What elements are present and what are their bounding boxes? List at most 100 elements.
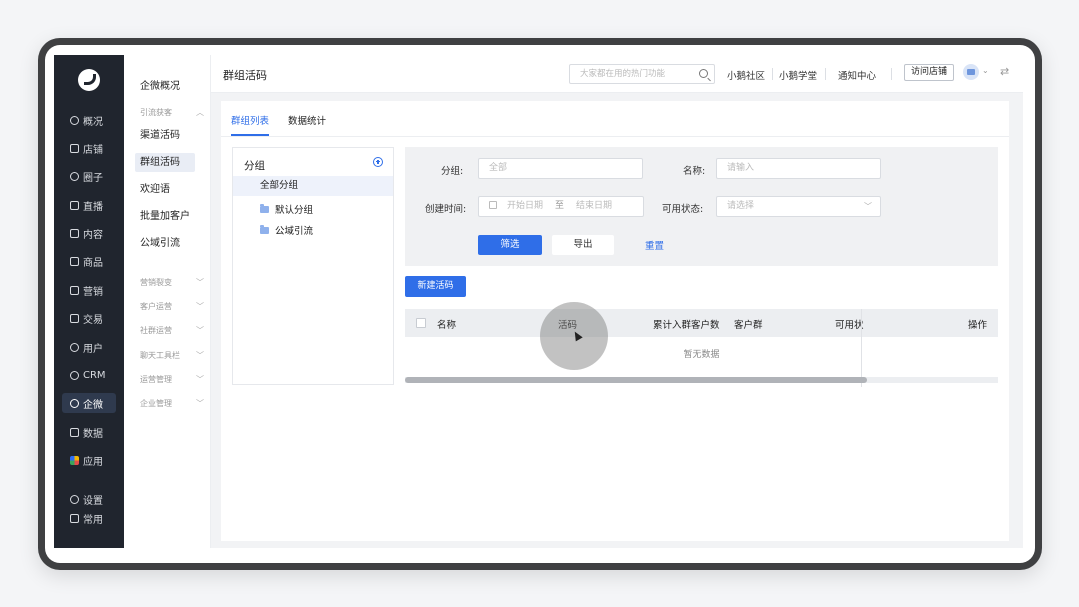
tab-data-stats[interactable]: 数据统计	[288, 113, 326, 127]
chevron-down-icon[interactable]: ⌄	[982, 66, 989, 75]
add-group-icon[interactable]	[373, 157, 383, 167]
tab-active-indicator	[231, 134, 269, 136]
table-header: 名称 活码 累计入群客户数 客户群 可用状 操作	[405, 309, 998, 337]
avatar[interactable]	[963, 64, 979, 80]
visit-store-button[interactable]: 访问店铺	[904, 64, 954, 81]
wecom-icon	[70, 398, 79, 408]
select-all-checkbox[interactable]	[416, 318, 426, 328]
link-notification-center[interactable]: 通知中心	[838, 68, 876, 82]
rail-item-data[interactable]: 数据	[62, 422, 116, 442]
column-header-total-joined: 累计入群客户数	[653, 320, 720, 331]
sidebar-section-enterprise[interactable]: 企业管理 ﹀	[140, 398, 204, 409]
rail-item-content[interactable]: 内容	[62, 223, 116, 243]
rail-item-transaction[interactable]: 交易	[62, 308, 116, 328]
export-button[interactable]: 导出	[552, 235, 614, 255]
column-header-name: 名称	[437, 320, 457, 331]
chevron-down-icon: ﹀	[196, 351, 204, 360]
group-item-all[interactable]: 全部分组	[233, 176, 393, 196]
group-panel: 分组 全部分组 默认分组 公域引流	[232, 147, 394, 385]
divider	[825, 68, 826, 80]
tab-bar: 群组列表 数据统计	[221, 101, 1009, 137]
rail-item-wecom[interactable]: 企微	[62, 393, 116, 413]
rail-item-apps[interactable]: 应用	[62, 450, 116, 470]
chevron-down-icon: ﹀	[196, 375, 204, 384]
device-frame: 概况 店铺 圈子 直播 内容 商品 营销 交易 用户 CRM 企微 数据 应用 …	[38, 38, 1042, 570]
date-range-picker[interactable]: 开始日期至结束日期	[478, 196, 644, 217]
crm-icon	[70, 370, 79, 380]
app-window: 概况 店铺 圈子 直播 内容 商品 营销 交易 用户 CRM 企微 数据 应用 …	[54, 55, 1023, 548]
group-item-public[interactable]: 公域引流	[260, 223, 313, 237]
rail-item-favorites[interactable]: 常用	[62, 508, 116, 528]
divider	[772, 68, 773, 80]
data-icon	[70, 427, 79, 437]
switch-icon[interactable]: ⇄	[1000, 65, 1009, 78]
name-input[interactable]: 请输入	[716, 158, 881, 179]
primary-nav-rail: 概况 店铺 圈子 直播 内容 商品 营销 交易 用户 CRM 企微 数据 应用 …	[54, 55, 124, 548]
apps-icon	[70, 455, 79, 465]
page-title: 群组活码	[223, 69, 267, 82]
status-select[interactable]: 请选择 ﹀	[716, 196, 881, 217]
transaction-icon	[70, 313, 79, 323]
sidebar-item-bulk-add[interactable]: 批量加客户	[135, 207, 195, 226]
sidebar-item-public-traffic[interactable]: 公域引流	[135, 234, 195, 253]
rail-item-store[interactable]: 店铺	[62, 138, 116, 158]
rail-item-crm[interactable]: CRM	[62, 365, 116, 385]
chevron-up-icon: ︿	[196, 108, 204, 117]
rail-item-overview[interactable]: 概况	[62, 110, 116, 130]
rail-item-settings[interactable]: 设置	[62, 489, 116, 509]
created-time-label: 创建时间:	[425, 204, 467, 215]
chevron-down-icon: ﹀	[196, 326, 204, 335]
sidebar-section-customer-ops[interactable]: 客户运营 ﹀	[140, 301, 204, 312]
content-panel: 群组列表 数据统计 分组 全部分组 默认分组 公域引流 分组: 全部 名称: 请…	[221, 101, 1009, 541]
rail-item-goods[interactable]: 商品	[62, 251, 116, 271]
sidebar-section-ops-management[interactable]: 运营管理 ﹀	[140, 374, 204, 385]
sidebar-section-lead-gen[interactable]: 引流获客 ︿	[140, 107, 204, 118]
link-community[interactable]: 小鹅社区	[727, 68, 765, 82]
empty-state: 暂无数据	[683, 350, 720, 360]
folder-icon	[260, 224, 269, 234]
reset-button[interactable]: 重置	[645, 238, 664, 252]
horizontal-scrollbar-thumb[interactable]	[405, 377, 867, 383]
divider	[891, 68, 892, 80]
screen: 概况 店铺 圈子 直播 内容 商品 营销 交易 用户 CRM 企微 数据 应用 …	[45, 45, 1035, 563]
top-bar: 群组活码 大家都在用的热门功能 小鹅社区 小鹅学堂 通知中心 访问店铺 ⌄ ⇄	[211, 55, 1023, 93]
rail-item-marketing[interactable]: 营销	[62, 280, 116, 300]
goods-icon	[70, 256, 79, 266]
code-table: 名称 活码 累计入群客户数 客户群 可用状 操作 暂无数据	[405, 309, 998, 389]
sidebar-section-fission[interactable]: 营销裂变 ﹀	[140, 277, 204, 288]
tab-group-list[interactable]: 群组列表	[231, 113, 269, 127]
link-academy[interactable]: 小鹅学堂	[779, 68, 817, 82]
search-icon[interactable]	[699, 69, 708, 78]
sidebar-section-chat-toolbar[interactable]: 聊天工具栏 ﹀	[140, 350, 204, 361]
new-code-button[interactable]: 新建活码	[405, 276, 466, 297]
secondary-sidebar: 企微概况 引流获客 ︿ 渠道活码 群组活码 欢迎语 批量加客户 公域引流 营销裂变…	[124, 55, 211, 548]
folder-icon	[260, 203, 269, 213]
status-filter-label: 可用状态:	[662, 204, 704, 215]
sidebar-item-group-code[interactable]: 群组活码	[135, 153, 195, 172]
group-filter-label: 分组:	[441, 166, 464, 177]
app-logo-icon[interactable]	[78, 69, 100, 91]
list-icon	[70, 513, 79, 523]
document-icon	[70, 228, 79, 238]
chevron-down-icon: ﹀	[196, 278, 204, 287]
main-area: 群组活码 大家都在用的热门功能 小鹅社区 小鹅学堂 通知中心 访问店铺 ⌄ ⇄ …	[211, 55, 1023, 548]
chevron-down-icon: ﹀	[196, 399, 204, 408]
column-header-actions: 操作	[968, 320, 988, 331]
sidebar-item-wecom-overview[interactable]: 企微概况	[140, 77, 180, 92]
live-icon	[70, 200, 79, 210]
store-icon	[70, 143, 79, 153]
filter-button[interactable]: 筛选	[478, 235, 542, 255]
rail-item-live[interactable]: 直播	[62, 195, 116, 215]
rail-item-community[interactable]: 圈子	[62, 166, 116, 186]
community-icon	[70, 171, 79, 181]
group-select[interactable]: 全部	[478, 158, 643, 179]
sidebar-item-welcome[interactable]: 欢迎语	[135, 180, 195, 199]
column-header-status: 可用状	[835, 320, 864, 331]
sidebar-item-channel-code[interactable]: 渠道活码	[135, 126, 195, 145]
rail-item-user[interactable]: 用户	[62, 337, 116, 357]
sidebar-section-community-ops[interactable]: 社群运营 ﹀	[140, 325, 204, 336]
group-item-default[interactable]: 默认分组	[260, 202, 313, 216]
chevron-down-icon: ﹀	[196, 302, 204, 311]
user-icon	[70, 342, 79, 352]
search-input[interactable]: 大家都在用的热门功能	[569, 64, 715, 84]
